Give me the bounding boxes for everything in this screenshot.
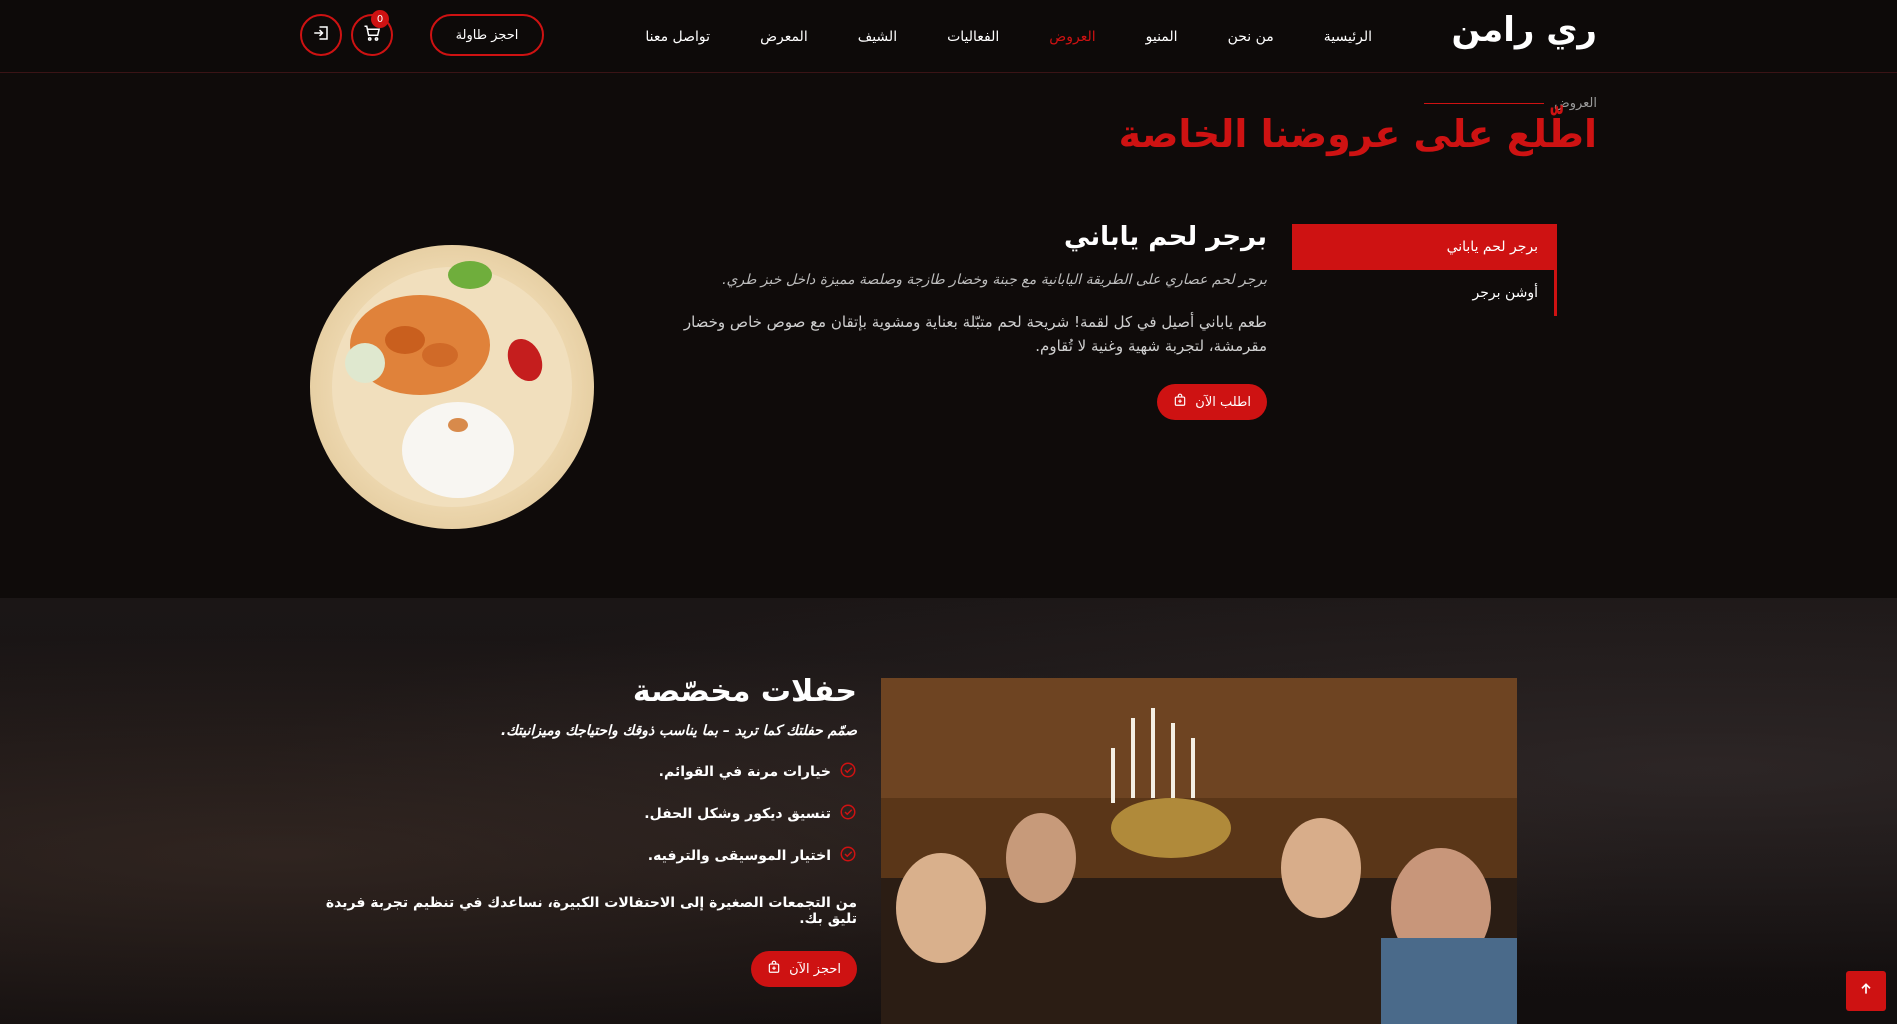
login-button[interactable] [300,14,342,56]
eyebrow-line [1423,103,1544,104]
party-feature-list: خيارات مرنة في القوائم. تنسيق ديكور وشكل… [297,761,857,867]
nav-item-gallery[interactable]: المعرض [735,29,833,45]
bag-icon [767,960,781,978]
party-title: حفلات مخصّصة [632,674,857,709]
book-now-button[interactable]: احجز الآن [751,951,857,987]
check-circle-icon [839,845,857,867]
list-item: تنسيق ديكور وشكل الحفل. [297,803,857,825]
scroll-to-top-button[interactable] [1846,971,1886,1011]
party-section: حفلات مخصّصة صمّم حفلتك كما تريد – بما ي… [0,598,1897,1024]
dish-image [310,245,594,529]
list-item: خيارات مرنة في القوائم. [297,761,857,783]
book-table-button[interactable]: احجز طاولة [430,14,544,56]
party-subtitle: صمّم حفلتك كما تريد – بما يناسب ذوقك واح… [500,723,857,739]
list-item-text: خيارات مرنة في القوائم. [658,764,831,780]
nav-item-home[interactable]: الرئيسية [1299,29,1397,45]
nav-item-events[interactable]: الفعاليات [922,29,1024,45]
check-circle-icon [839,803,857,825]
nav-item-offers[interactable]: العروض [1024,29,1120,45]
nav-item-about[interactable]: من نحن [1203,29,1299,45]
order-now-label: اطلب الآن [1195,394,1251,410]
list-item: اختيار الموسيقى والترفيه. [297,845,857,867]
nav-item-menu[interactable]: المنيو [1121,29,1203,45]
offer-title: برجر لحم ياباني [1064,222,1267,252]
offers-tabs: برجر لحم ياباني أوشن برجر [1292,224,1557,316]
site-logo[interactable]: ري رامن [1452,10,1597,50]
party-photo [881,678,1517,1024]
offer-subtitle: برجر لحم عصاري على الطريقة اليابانية مع … [722,272,1267,288]
offer-description: طعم ياباني أصيل في كل لقمة! شريحة لحم مت… [683,313,1267,355]
cart-button[interactable]: 0 [351,10,393,56]
offers-title: اطّلع على عروضنا الخاصة [1118,112,1597,156]
order-now-button[interactable]: اطلب الآن [1157,384,1267,420]
offers-eyebrow-wrap: العروض [1423,96,1597,111]
check-circle-icon [839,761,857,783]
nav-item-contact[interactable]: تواصل معنا [620,29,735,45]
tab-japanese-burger[interactable]: برجر لحم ياباني [1292,224,1554,270]
party-text: حفلات مخصّصة صمّم حفلتك كما تريد – بما ي… [297,674,857,987]
login-icon [312,24,330,46]
nav-item-chef[interactable]: الشيف [833,29,922,45]
list-item-text: اختيار الموسيقى والترفيه. [647,848,831,864]
arrow-up-icon [1858,981,1874,1001]
main-nav: الرئيسية من نحن المنيو العروض الفعاليات … [620,0,1397,73]
tab-ocean-burger[interactable]: أوشن برجر [1292,270,1554,316]
bag-icon [1173,393,1187,411]
party-paragraph: من التجمعات الصغيرة إلى الاحتفالات الكبي… [325,895,857,927]
offers-eyebrow: العروض [1553,96,1597,111]
offer-content: برجر لحم ياباني برجر لحم عصاري على الطري… [647,222,1267,420]
cart-count-badge: 0 [371,10,389,28]
book-now-label: احجز الآن [789,961,841,977]
site-header: ري رامن الرئيسية من نحن المنيو العروض ال… [0,0,1897,73]
list-item-text: تنسيق ديكور وشكل الحفل. [644,806,831,822]
